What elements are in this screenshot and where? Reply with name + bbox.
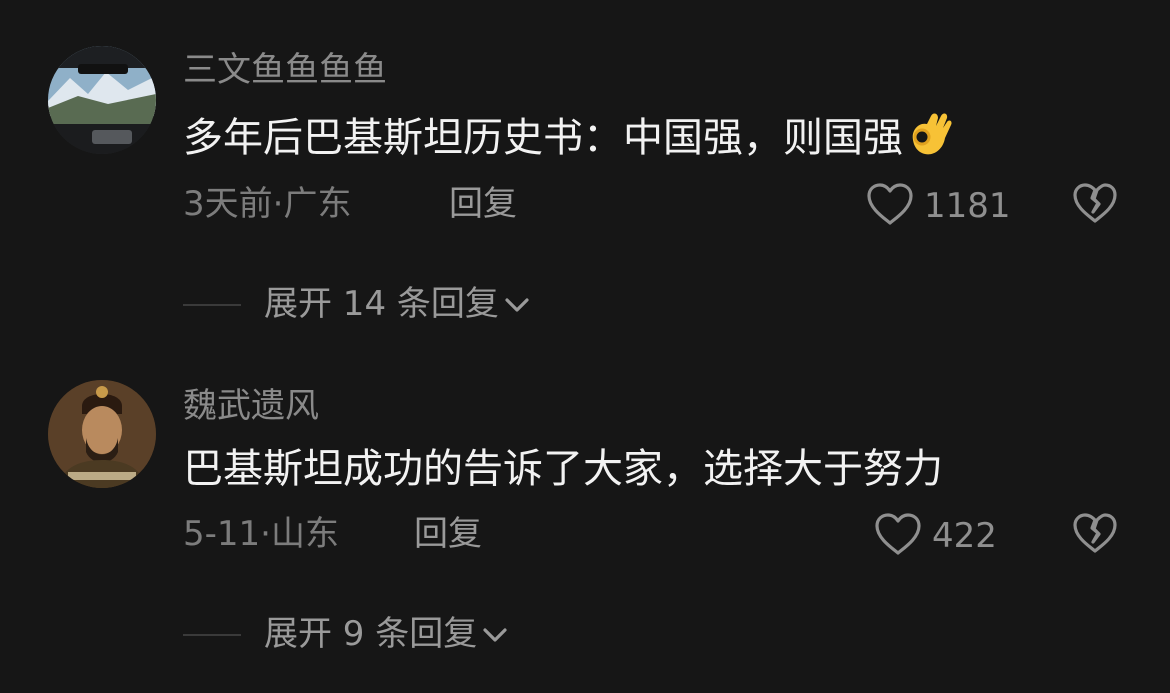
like-button[interactable]: 422 xyxy=(874,512,997,560)
dislike-button[interactable] xyxy=(1072,512,1118,558)
ok-hand-emoji xyxy=(905,110,955,170)
reply-button[interactable]: 回复 xyxy=(414,514,482,554)
dislike-button[interactable] xyxy=(1072,182,1118,228)
time-location: 3天前·广东 xyxy=(183,184,352,224)
like-count: 422 xyxy=(932,516,997,556)
expand-replies-button[interactable]: 展开 14 条回复 xyxy=(264,284,531,324)
username[interactable]: 魏武遗风 xyxy=(183,386,319,426)
comment-text: 多年后巴基斯坦历史书：中国强，则国强 xyxy=(183,110,955,170)
comment-text: 巴基斯坦成功的告诉了大家，选择大于努力 xyxy=(183,446,943,492)
heart-outline-icon xyxy=(866,182,914,230)
like-button[interactable]: 1181 xyxy=(866,182,1011,230)
reply-button[interactable]: 回复 xyxy=(449,184,517,224)
time-location: 5-11·山东 xyxy=(183,514,339,554)
avatar[interactable] xyxy=(48,380,156,488)
expand-replies-label: 展开 9 条回复 xyxy=(264,614,478,654)
expand-replies-button[interactable]: 展开 9 条回复 xyxy=(264,614,509,654)
expand-divider xyxy=(183,304,241,306)
broken-heart-icon xyxy=(1072,183,1118,228)
expand-divider xyxy=(183,634,241,636)
avatar[interactable] xyxy=(48,46,156,154)
comment-text-body: 多年后巴基斯坦历史书：中国强，则国强 xyxy=(183,115,903,161)
chevron-down-icon xyxy=(477,614,509,654)
broken-heart-icon xyxy=(1072,513,1118,558)
heart-outline-icon xyxy=(874,512,922,560)
expand-replies-label: 展开 14 条回复 xyxy=(264,284,499,324)
chevron-down-icon xyxy=(499,284,531,324)
like-count: 1181 xyxy=(924,186,1011,226)
username[interactable]: 三文鱼鱼鱼鱼 xyxy=(183,50,387,90)
